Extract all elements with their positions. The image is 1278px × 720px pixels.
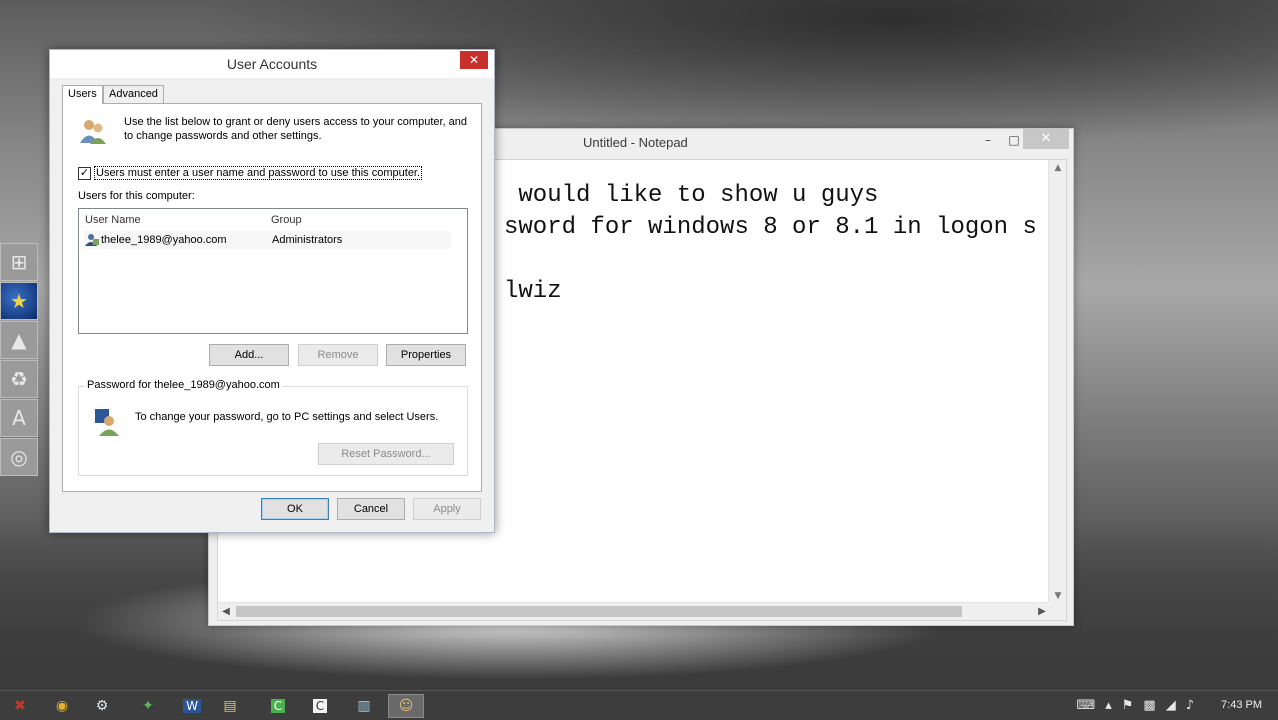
- system-tray: ⌨ ▴ ⚑ ▩ ◢ ♪: [1076, 698, 1194, 713]
- horizontal-scrollbar[interactable]: ◀ ▶: [218, 602, 1050, 620]
- column-header-group[interactable]: Group: [271, 214, 302, 226]
- notepad-close-button[interactable]: ✕: [1023, 129, 1069, 149]
- word-glyph: W: [183, 699, 201, 713]
- require-password-checkbox[interactable]: ✓ Users must enter a user name and passw…: [78, 166, 423, 180]
- notepad-title: Untitled - Notepad: [583, 135, 688, 150]
- photos-glyph: ▲: [11, 328, 27, 352]
- dialog-titlebar[interactable]: User Accounts ✕: [50, 50, 494, 78]
- notepad-minimize-button[interactable]: –: [976, 131, 1000, 149]
- info-text: Use the list below to grant or deny user…: [124, 116, 468, 142]
- add-button[interactable]: Add...: [209, 344, 289, 366]
- steam-glyph: ⚙: [95, 698, 109, 714]
- network-icon[interactable]: ◢: [1166, 698, 1176, 713]
- ccleaner-glyph: C: [312, 699, 328, 713]
- chrome-glyph: ◉: [55, 698, 69, 714]
- users-list-label: Users for this computer:: [78, 190, 195, 202]
- user-accounts-icon[interactable]: ☺: [388, 694, 424, 718]
- keyboard-icon[interactable]: ⌨: [1076, 698, 1095, 713]
- checkbox-box[interactable]: ✓: [78, 166, 91, 180]
- checkbox-label[interactable]: Users must enter a user name and passwor…: [94, 166, 423, 180]
- font-icon[interactable]: A: [0, 399, 38, 437]
- app-green-glyph: ✦: [142, 698, 154, 714]
- user-accounts-dialog[interactable]: User Accounts ✕ Users Advanced Use the l…: [49, 49, 495, 533]
- users-icon: [80, 120, 106, 144]
- photos-icon[interactable]: ▲: [0, 321, 38, 359]
- notepad-line: [504, 244, 1037, 276]
- dota-icon[interactable]: ✖: [2, 694, 38, 718]
- group-cell: Administrators: [272, 234, 343, 246]
- camtasia-glyph: C: [270, 699, 286, 713]
- clock[interactable]: 7:43 PM: [1221, 699, 1262, 711]
- word-icon[interactable]: W: [174, 694, 210, 718]
- tab-users[interactable]: Users: [62, 85, 103, 104]
- password-group-title: Password for thelee_1989@yahoo.com: [85, 379, 282, 391]
- table-row[interactable]: thelee_1989@yahoo.com Administrators: [84, 231, 451, 249]
- taskbar: ✖ ◉ ⚙ ✦ W ▤ C C ▥ ☺ ⌨ ▴ ⚑ ▩ ◢ ♪ 7:43 PM: [0, 690, 1278, 720]
- dota-glyph: ✖: [14, 698, 26, 714]
- notepad-icon[interactable]: ▥: [346, 694, 382, 718]
- chrome-icon[interactable]: ◉: [44, 694, 80, 718]
- desktop-launcher: ⊞ ★ ▲ ♻ A ◎: [0, 243, 40, 479]
- scroll-left-arrow-icon[interactable]: ◀: [218, 603, 234, 620]
- font-glyph: A: [12, 406, 26, 430]
- apply-button[interactable]: Apply: [413, 498, 481, 520]
- dialog-close-button[interactable]: ✕: [460, 51, 488, 69]
- app-green-icon[interactable]: ✦: [130, 694, 166, 718]
- camtasia-icon[interactable]: C: [260, 694, 296, 718]
- scrollbar-corner: [1048, 602, 1066, 620]
- notepad-line: would like to show u guys: [504, 182, 879, 209]
- user-name-cell: thelee_1989@yahoo.com: [101, 234, 227, 246]
- user-icon: [85, 234, 99, 246]
- volume-icon[interactable]: ♪: [1186, 698, 1194, 713]
- user-accounts-glyph: ☺: [398, 698, 414, 714]
- password-groupbox: Password for thelee_1989@yahoo.com To ch…: [78, 379, 468, 476]
- globe-icon[interactable]: ★: [0, 282, 38, 320]
- globe-glyph: ★: [10, 289, 28, 313]
- show-hidden-icons-icon[interactable]: ▴: [1105, 698, 1112, 713]
- action-center-flag-icon[interactable]: ⚑: [1122, 698, 1134, 713]
- disc-icon[interactable]: ◎: [0, 438, 38, 476]
- steam-icon[interactable]: ⚙: [84, 694, 120, 718]
- file-explorer-glyph: ▤: [223, 698, 237, 714]
- ccleaner-icon[interactable]: C: [302, 694, 338, 718]
- recycle-glyph: ♻: [10, 367, 28, 391]
- reset-password-button[interactable]: Reset Password...: [318, 443, 454, 465]
- password-info-text: To change your password, go to PC settin…: [135, 411, 439, 423]
- remove-button[interactable]: Remove: [298, 344, 378, 366]
- notepad-text: would like to show u guys sword for windo…: [504, 180, 1037, 308]
- notepad-line: sword for windows 8 or 8.1 in logon s: [504, 214, 1037, 241]
- properties-button[interactable]: Properties: [386, 344, 466, 366]
- vertical-scrollbar[interactable]: ▲ ▼: [1048, 160, 1066, 604]
- cancel-button[interactable]: Cancel: [337, 498, 405, 520]
- windows-icon[interactable]: ⊞: [0, 243, 38, 281]
- battery-icon[interactable]: ▩: [1143, 698, 1155, 713]
- notepad-line: lwiz: [504, 278, 562, 305]
- dialog-title: User Accounts: [226, 56, 318, 72]
- column-header-user-name[interactable]: User Name: [85, 214, 141, 226]
- recycle-bin-icon[interactable]: ♻: [0, 360, 38, 398]
- notepad-glyph: ▥: [357, 698, 371, 714]
- ok-button[interactable]: OK: [261, 498, 329, 520]
- scroll-up-arrow-icon[interactable]: ▲: [1049, 160, 1066, 176]
- windows-glyph: ⊞: [10, 250, 28, 274]
- users-list[interactable]: User Name Group thelee_1989@yahoo.com Ad…: [78, 208, 468, 334]
- user-password-icon: [95, 409, 119, 436]
- users-tab-panel: Use the list below to grant or deny user…: [62, 103, 482, 492]
- disc-glyph: ◎: [10, 445, 28, 469]
- tab-advanced[interactable]: Advanced: [103, 85, 164, 103]
- file-explorer-icon[interactable]: ▤: [212, 694, 248, 718]
- horizontal-scroll-thumb[interactable]: [236, 606, 962, 617]
